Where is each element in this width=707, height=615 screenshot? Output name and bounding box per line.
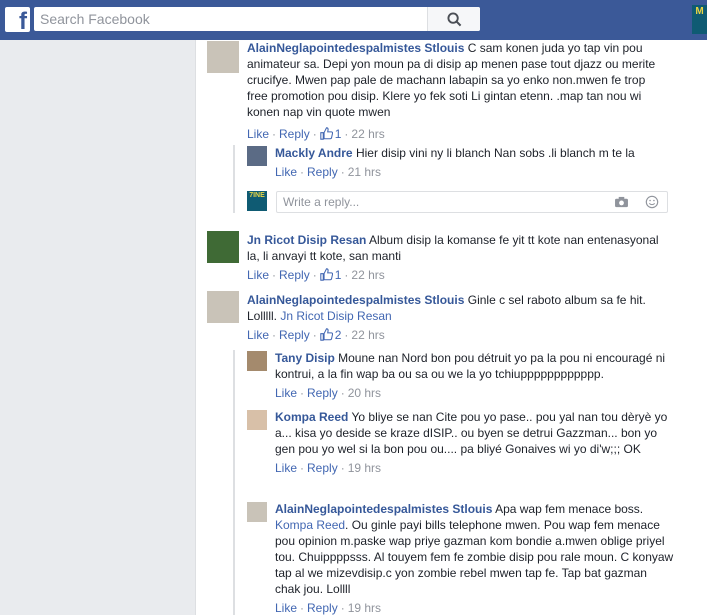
reply-comment: Tany Disip Moune nan Nord bon pou détrui… [275,350,675,400]
reply-thread-line [233,145,235,213]
comment-actions: Like · Reply · 19 hrs [275,601,382,615]
emoji-icon[interactable] [645,195,659,209]
comment-author[interactable]: AlainNeglapointedespalmistes Stlouis [247,293,464,307]
comment-author[interactable]: AlainNeglapointedespalmistes Stlouis [247,41,464,55]
camera-icon[interactable] [614,196,629,208]
like-link[interactable]: Like [247,268,269,282]
reply-thread-line [233,350,235,615]
like-count[interactable]: 2 [319,328,341,342]
reply-link[interactable]: Reply [279,268,310,282]
reply-link[interactable]: Reply [307,165,338,179]
comment-actions: Like · Reply · 20 hrs [275,386,382,400]
avatar[interactable] [207,291,239,323]
profile-avatar[interactable]: M [692,5,707,34]
timestamp[interactable]: 19 hrs [348,461,381,475]
timestamp[interactable]: 21 hrs [348,165,381,179]
timestamp[interactable]: 22 hrs [351,127,384,141]
search-bar [34,7,480,31]
avatar[interactable] [247,502,267,522]
timestamp[interactable]: 22 hrs [351,268,384,282]
comment-actions: Like · Reply · 19 hrs [275,461,382,475]
like-link[interactable]: Like [275,165,297,179]
search-input[interactable] [34,7,446,31]
avatar-letter: M [695,6,704,17]
avatar-text: 7INE [249,192,265,199]
comment: AlainNeglapointedespalmistes Stlouis C s… [247,40,667,141]
like-link[interactable]: Like [275,386,297,400]
like-count[interactable]: 1 [319,127,341,141]
mention-link[interactable]: Kompa Reed [275,518,345,532]
thumbs-up-icon [319,127,333,140]
reply-link[interactable]: Reply [307,461,338,475]
mention-link[interactable]: Jn Ricot Disip Resan [280,309,391,323]
reply-link[interactable]: Reply [279,328,310,342]
timestamp[interactable]: 19 hrs [348,601,381,615]
reply-box [276,191,668,213]
reply-link[interactable]: Reply [279,127,310,141]
reply-link[interactable]: Reply [307,601,338,615]
comment-actions: Like · Reply · 1 · 22 hrs [247,268,385,282]
reply-comment: Kompa Reed Yo bliye se nan Cite pou yo p… [275,409,675,475]
like-link[interactable]: Like [275,461,297,475]
comment-author[interactable]: Jn Ricot Disip Resan [247,233,366,247]
comment: Jn Ricot Disip Resan Album disip la koma… [247,232,667,282]
comment: AlainNeglapointedespalmistes Stlouis Gin… [247,292,667,342]
avatar[interactable] [247,146,267,166]
timestamp[interactable]: 20 hrs [348,386,381,400]
avatar[interactable] [207,41,239,73]
like-link[interactable]: Like [247,328,269,342]
facebook-logo-icon[interactable]: f [5,7,30,32]
comment-text: Apa wap fem menace boss. [495,502,644,516]
comment-text: Hier disip vini ny li blanch Nan sobs .l… [355,146,635,160]
comment-author[interactable]: Kompa Reed [275,410,348,424]
like-count[interactable]: 1 [319,268,341,282]
comment-actions: Like · Reply · 21 hrs [275,165,382,179]
comment-actions: Like · Reply · 1 · 22 hrs [247,127,385,141]
search-icon [446,11,461,26]
comment-author[interactable]: AlainNeglapointedespalmistes Stlouis [275,502,492,516]
reply-comment: Mackly Andre Hier disip vini ny li blanc… [275,145,675,179]
thumbs-up-icon [319,328,333,341]
avatar[interactable] [247,351,267,371]
comment-actions: Like · Reply · 2 · 22 hrs [247,328,385,342]
avatar[interactable] [207,231,239,263]
thumbs-up-icon [319,268,333,281]
reply-link[interactable]: Reply [307,386,338,400]
reply-input[interactable] [277,192,609,212]
comment-author[interactable]: Mackly Andre [275,146,353,160]
like-link[interactable]: Like [275,601,297,615]
search-button[interactable] [427,7,480,31]
current-user-avatar[interactable]: 7INE [247,191,267,211]
comment-author[interactable]: Tany Disip [275,351,335,365]
top-navigation-bar: f M [0,0,707,40]
reply-comment: AlainNeglapointedespalmistes Stlouis Apa… [275,501,675,615]
timestamp[interactable]: 22 hrs [351,328,384,342]
avatar[interactable] [247,410,267,430]
like-link[interactable]: Like [247,127,269,141]
